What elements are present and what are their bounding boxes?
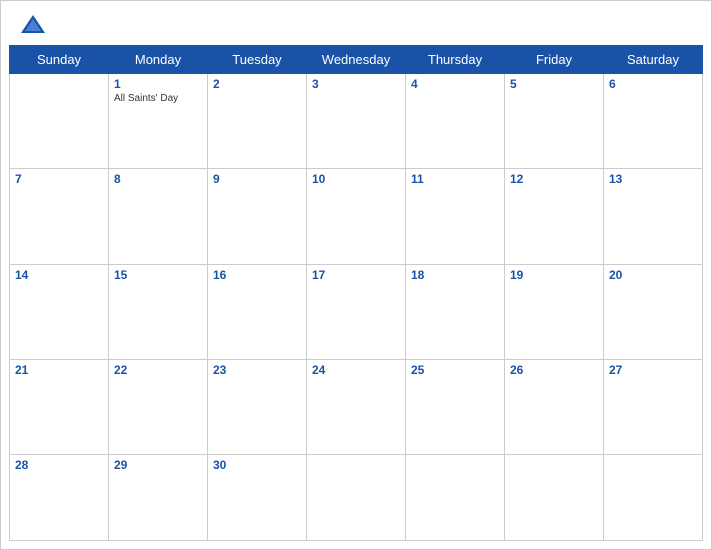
day-number: 12	[510, 172, 598, 186]
day-number: 30	[213, 458, 301, 472]
calendar-cell: 20	[604, 264, 703, 359]
day-number: 7	[15, 172, 103, 186]
calendar-cell: 30	[208, 455, 307, 541]
weekday-saturday: Saturday	[604, 46, 703, 74]
day-number: 20	[609, 268, 697, 282]
day-number: 23	[213, 363, 301, 377]
calendar-cell: 9	[208, 169, 307, 264]
calendar-cell: 4	[406, 74, 505, 169]
calendar-cell: 26	[505, 359, 604, 454]
calendar-cell: 25	[406, 359, 505, 454]
calendar-cell: 16	[208, 264, 307, 359]
weekday-wednesday: Wednesday	[307, 46, 406, 74]
calendar-cell	[10, 74, 109, 169]
calendar-cell	[406, 455, 505, 541]
calendar-cell: 17	[307, 264, 406, 359]
calendar-body: SundayMondayTuesdayWednesdayThursdayFrid…	[1, 45, 711, 549]
calendar-week-2: 789 10 11 12 13	[10, 169, 703, 264]
calendar-cell: 29	[109, 455, 208, 541]
day-number: 14	[15, 268, 103, 282]
calendar-week-3: 14 15 16 17 18 19 20	[10, 264, 703, 359]
day-number: 5	[510, 77, 598, 91]
calendar-cell: 6	[604, 74, 703, 169]
calendar-page: SundayMondayTuesdayWednesdayThursdayFrid…	[0, 0, 712, 550]
calendar-cell: 2	[208, 74, 307, 169]
calendar-cell: 27	[604, 359, 703, 454]
calendar-cell: 14	[10, 264, 109, 359]
day-number: 21	[15, 363, 103, 377]
logo	[19, 11, 51, 39]
calendar-cell: 11	[406, 169, 505, 264]
calendar-cell: 15	[109, 264, 208, 359]
day-number: 4	[411, 77, 499, 91]
calendar-cell: 22	[109, 359, 208, 454]
day-number: 8	[114, 172, 202, 186]
calendar-cell: 24	[307, 359, 406, 454]
day-number: 18	[411, 268, 499, 282]
day-number: 19	[510, 268, 598, 282]
calendar-cell: 21	[10, 359, 109, 454]
weekday-tuesday: Tuesday	[208, 46, 307, 74]
calendar-cell: 1 All Saints' Day	[109, 74, 208, 169]
day-number: 29	[114, 458, 202, 472]
calendar-week-4: 21 22 23 24 25 26 27	[10, 359, 703, 454]
weekday-sunday: Sunday	[10, 46, 109, 74]
day-number: 25	[411, 363, 499, 377]
calendar-cell: 13	[604, 169, 703, 264]
logo-bird-icon	[19, 11, 47, 39]
calendar-cell	[505, 455, 604, 541]
day-number: 22	[114, 363, 202, 377]
event-label: All Saints' Day	[114, 93, 202, 104]
day-number: 28	[15, 458, 103, 472]
calendar-table: SundayMondayTuesdayWednesdayThursdayFrid…	[9, 45, 703, 541]
day-number: 24	[312, 363, 400, 377]
day-number: 17	[312, 268, 400, 282]
day-number: 13	[609, 172, 697, 186]
calendar-cell: 3	[307, 74, 406, 169]
calendar-cell: 8	[109, 169, 208, 264]
day-number: 3	[312, 77, 400, 91]
day-number: 1	[114, 77, 202, 91]
day-number: 26	[510, 363, 598, 377]
calendar-cell: 7	[10, 169, 109, 264]
calendar-cell: 19	[505, 264, 604, 359]
weekday-header-row: SundayMondayTuesdayWednesdayThursdayFrid…	[10, 46, 703, 74]
weekday-monday: Monday	[109, 46, 208, 74]
calendar-cell	[307, 455, 406, 541]
calendar-week-1: 1 All Saints' Day 23456	[10, 74, 703, 169]
day-number: 6	[609, 77, 697, 91]
calendar-cell: 28	[10, 455, 109, 541]
calendar-cell: 23	[208, 359, 307, 454]
day-number: 10	[312, 172, 400, 186]
day-number: 16	[213, 268, 301, 282]
calendar-week-5: 28 29 30	[10, 455, 703, 541]
calendar-cell	[604, 455, 703, 541]
day-number: 9	[213, 172, 301, 186]
day-number: 2	[213, 77, 301, 91]
calendar-cell: 18	[406, 264, 505, 359]
day-number: 27	[609, 363, 697, 377]
day-number: 15	[114, 268, 202, 282]
weekday-thursday: Thursday	[406, 46, 505, 74]
weekday-friday: Friday	[505, 46, 604, 74]
day-number: 11	[411, 172, 499, 186]
calendar-cell: 10	[307, 169, 406, 264]
page-header	[1, 1, 711, 45]
calendar-cell: 5	[505, 74, 604, 169]
calendar-cell: 12	[505, 169, 604, 264]
